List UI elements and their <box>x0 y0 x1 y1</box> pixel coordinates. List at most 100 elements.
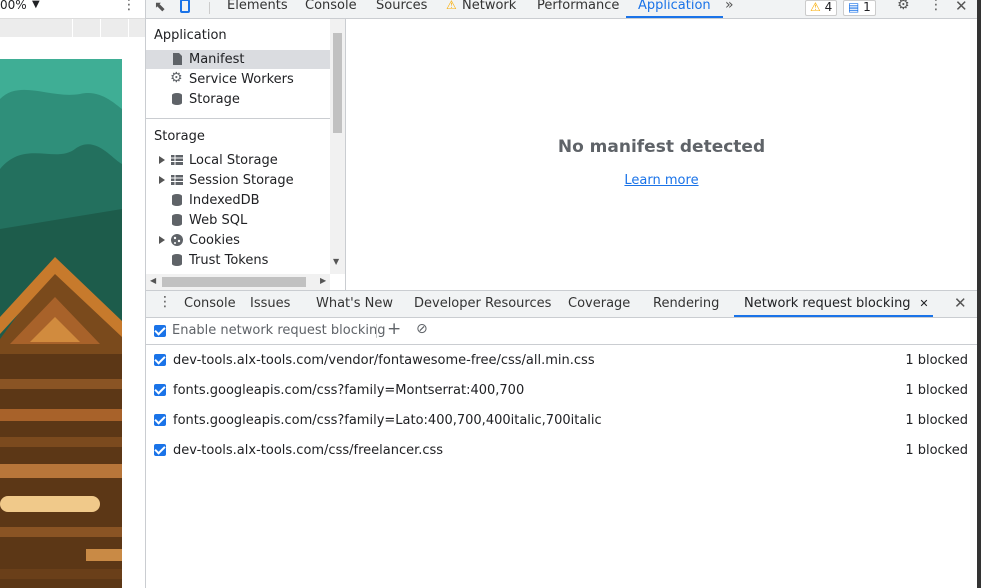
device-toolbar-icon[interactable] <box>180 0 190 13</box>
clear-patterns-icon[interactable]: ⊘ <box>416 321 428 337</box>
pattern-checkbox[interactable] <box>154 384 166 396</box>
sidebar-item-manifest[interactable]: Manifest <box>146 50 330 69</box>
scrollbar-thumb[interactable] <box>333 33 342 133</box>
devtools-toolbar: ⬉ Elements Console Sources ⚠ Network Per… <box>146 0 981 19</box>
blocked-pattern-row[interactable]: fonts.googleapis.com/css?family=Montserr… <box>146 376 977 406</box>
drawer-tab-console[interactable]: Console <box>184 291 236 317</box>
blocked-count: 1 blocked <box>905 383 968 398</box>
sidebar-vertical-scrollbar[interactable]: ▼ <box>330 19 345 274</box>
sidebar-item-label: Trust Tokens <box>189 253 269 268</box>
scrollbar-thumb[interactable] <box>162 277 306 287</box>
drawer-menu-icon[interactable]: ⋮ <box>158 294 172 310</box>
more-tabs-icon[interactable]: » <box>725 0 734 13</box>
drawer-tab-rendering[interactable]: Rendering <box>653 291 719 317</box>
document-icon <box>173 53 182 65</box>
sidebar-item-label: Web SQL <box>189 213 248 228</box>
drawer-tab-issues[interactable]: Issues <box>250 291 290 317</box>
close-icon[interactable]: ✕ <box>955 0 968 15</box>
expand-arrow-icon[interactable] <box>159 156 165 164</box>
customize-menu-icon[interactable]: ⋮ <box>929 0 943 13</box>
sidebar-item-label: IndexedDB <box>189 193 260 208</box>
tab-elements[interactable]: Elements <box>227 0 288 18</box>
pattern-url: dev-tools.alx-tools.com/css/freelancer.c… <box>173 443 444 458</box>
pattern-url: dev-tools.alx-tools.com/vendor/fontaweso… <box>173 353 595 368</box>
pattern-url: fonts.googleapis.com/css?family=Montserr… <box>173 383 525 398</box>
drawer-tab-label: Network request blocking <box>744 296 911 311</box>
warnings-count: 4 <box>824 0 833 14</box>
storage-section-heading: Storage <box>154 129 205 144</box>
sidebar-item-trust-tokens[interactable]: Trust Tokens <box>146 251 330 270</box>
expand-arrow-icon[interactable] <box>159 236 165 244</box>
sidebar-item-storage[interactable]: Storage <box>146 90 330 109</box>
blocked-count: 1 blocked <box>905 353 968 368</box>
zoom-label[interactable]: 00% <box>0 0 27 12</box>
close-drawer-icon[interactable]: ✕ <box>954 294 967 312</box>
sidebar-item-label: Local Storage <box>189 153 278 168</box>
scroll-right-arrow-icon[interactable]: ▶ <box>320 276 326 285</box>
sidebar-item-label: Cookies <box>189 233 240 248</box>
page-illustration <box>0 59 122 588</box>
blocking-toolbar: Enable network request blocking + ⊘ <box>146 318 977 345</box>
sidebar-item-session-storage[interactable]: Session Storage <box>146 171 330 190</box>
warning-icon: ⚠ <box>446 0 457 12</box>
tab-sources[interactable]: Sources <box>376 0 427 18</box>
enable-blocking-label: Enable network request blocking <box>172 323 386 338</box>
zoom-bar: 00% ▼ ⋮ <box>0 0 145 19</box>
enable-blocking-checkbox[interactable] <box>154 325 166 337</box>
blocked-pattern-row[interactable]: dev-tools.alx-tools.com/css/freelancer.c… <box>146 436 977 466</box>
tab-network[interactable]: Network <box>462 0 516 18</box>
gear-icon: ⚙ <box>170 70 183 86</box>
messages-badge[interactable]: ▤ 1 <box>843 0 876 16</box>
sidebar-item-service-workers[interactable]: ⚙ Service Workers <box>146 70 330 89</box>
drawer-tab-whats-new[interactable]: What's New <box>316 291 393 317</box>
window-edge <box>977 0 981 588</box>
tab-application[interactable]: Application <box>626 0 723 18</box>
pattern-checkbox[interactable] <box>154 414 166 426</box>
tab-console[interactable]: Console <box>305 0 357 18</box>
sidebar-horizontal-scrollbar[interactable]: ◀ ▶ <box>146 274 330 290</box>
sidebar-item-label: Session Storage <box>189 173 294 188</box>
blocked-pattern-row[interactable]: dev-tools.alx-tools.com/vendor/fontaweso… <box>146 346 977 376</box>
pattern-url: fonts.googleapis.com/css?family=Lato:400… <box>173 413 602 428</box>
sidebar-item-web-sql[interactable]: Web SQL <box>146 211 330 230</box>
blocked-pattern-row[interactable]: fonts.googleapis.com/css?family=Lato:400… <box>146 406 977 436</box>
scroll-left-arrow-icon[interactable]: ◀ <box>150 276 156 285</box>
learn-more-link[interactable]: Learn more <box>346 173 977 188</box>
warning-badge-icon: ⚠ <box>810 0 821 14</box>
database-icon <box>172 214 182 226</box>
sidebar-item-local-storage[interactable]: Local Storage <box>146 151 330 170</box>
sidebar-item-cookies[interactable]: Cookies <box>146 231 330 250</box>
database-icon <box>172 194 182 206</box>
gear-icon[interactable]: ⚙ <box>897 0 910 13</box>
tab-performance[interactable]: Performance <box>537 0 619 18</box>
drawer-tab-coverage[interactable]: Coverage <box>568 291 630 317</box>
scroll-down-arrow-icon[interactable]: ▼ <box>333 257 339 266</box>
sidebar-item-label: Service Workers <box>189 72 294 87</box>
expand-arrow-icon[interactable] <box>159 176 165 184</box>
add-pattern-icon[interactable]: + <box>387 319 401 339</box>
more-options-icon[interactable]: ⋮ <box>122 0 136 13</box>
drawer-tab-developer-resources[interactable]: Developer Resources <box>414 291 551 317</box>
pattern-checkbox[interactable] <box>154 444 166 456</box>
database-icon <box>172 254 182 266</box>
drawer-tabbar: ⋮ Console Issues What's New Developer Re… <box>146 291 977 318</box>
page-viewport: 00% ▼ ⋮ <box>0 0 145 588</box>
inspect-element-icon[interactable]: ⬉ <box>154 0 166 15</box>
sidebar-item-indexeddb[interactable]: IndexedDB <box>146 191 330 210</box>
pattern-checkbox[interactable] <box>154 354 166 366</box>
database-icon <box>172 93 182 105</box>
warnings-badge[interactable]: ⚠ 4 <box>805 0 838 16</box>
application-section-heading: Application <box>154 28 227 43</box>
cookie-icon <box>171 234 183 246</box>
table-icon <box>171 175 183 185</box>
zoom-dropdown-icon[interactable]: ▼ <box>32 0 40 10</box>
drawer-tab-network-request-blocking[interactable]: Network request blocking ✕ <box>734 291 933 317</box>
blocked-count: 1 blocked <box>905 413 968 428</box>
sidebar-item-label: Storage <box>189 92 240 107</box>
close-tab-icon[interactable]: ✕ <box>919 291 928 317</box>
table-icon <box>171 155 183 165</box>
blocked-count: 1 blocked <box>905 443 968 458</box>
messages-count: 1 <box>863 0 871 14</box>
viewport-gutter <box>122 37 145 588</box>
device-ruler <box>0 19 145 37</box>
